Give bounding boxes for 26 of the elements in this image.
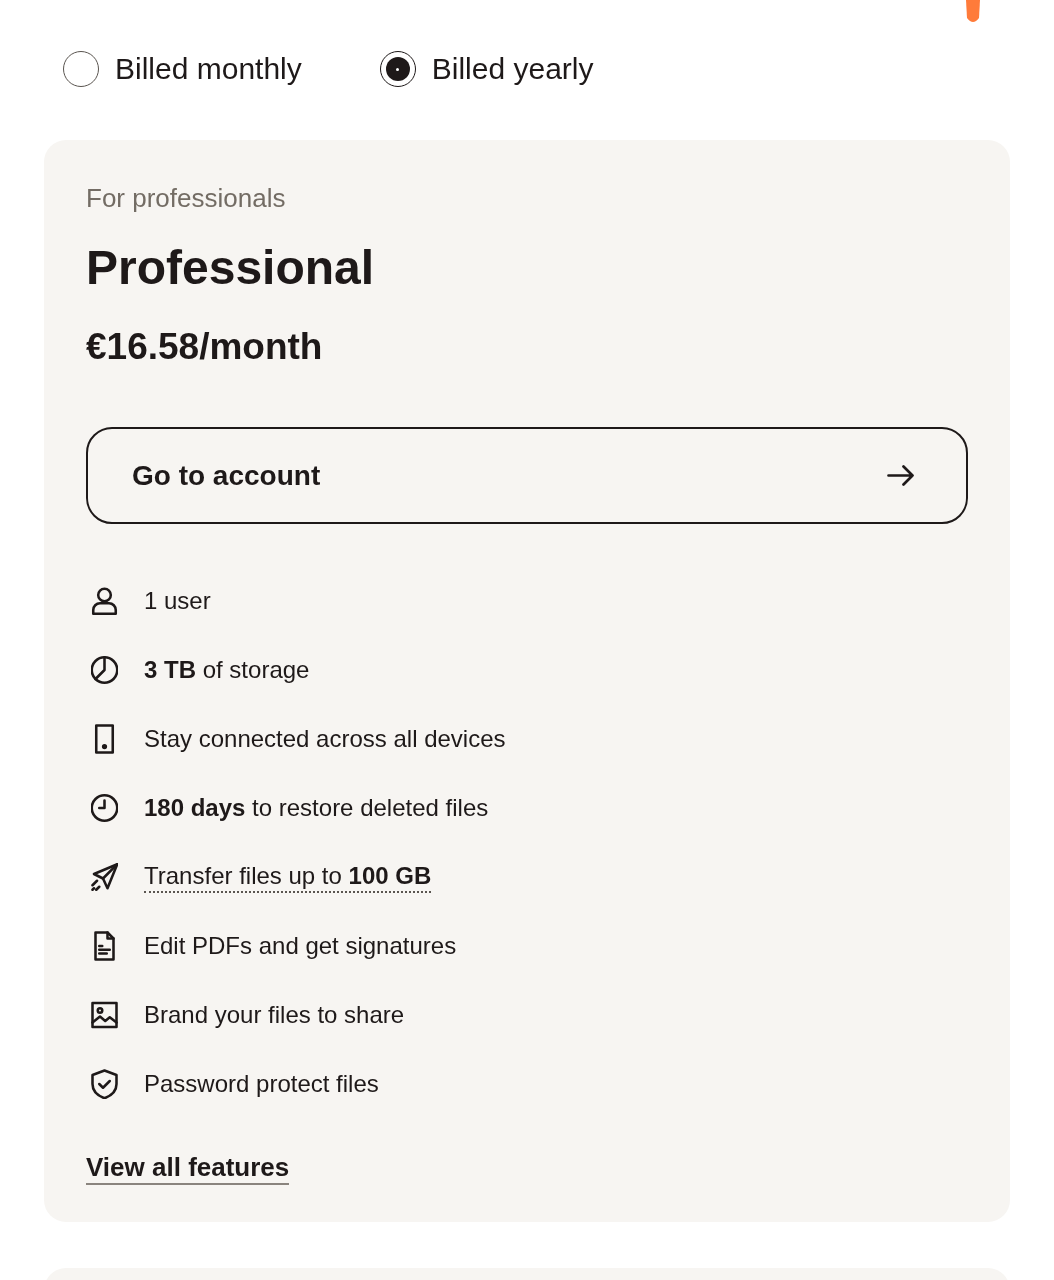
feature-text: Edit PDFs and get signatures: [144, 931, 457, 961]
pie-chart-icon: [91, 655, 118, 685]
brush-stroke-icon: [963, 0, 983, 24]
feature-text: Password protect files: [144, 1069, 379, 1099]
user-icon: [91, 586, 118, 616]
radio-label[interactable]: Billed monthly: [115, 50, 302, 88]
image-icon: [91, 1000, 118, 1030]
view-all-features-link[interactable]: View all features: [86, 1151, 290, 1185]
radio-label[interactable]: Billed yearly: [431, 50, 594, 88]
feature-text: 3 TB of storage: [144, 655, 310, 685]
shield-check-icon: [91, 1069, 118, 1099]
plan-price: €16.58/month: [86, 325, 324, 369]
feature-text: Brand your files to share: [144, 1000, 405, 1030]
plan-name: Professional: [86, 240, 376, 296]
tooltip-trigger-text[interactable]: Transfer files up to 100 GB: [144, 861, 432, 893]
feature-text: 180 days to restore deleted files: [144, 793, 489, 823]
radio-button[interactable]: [63, 51, 99, 87]
arrow-right-icon: [887, 465, 914, 486]
clock-icon: [91, 793, 118, 823]
radio-button[interactable]: [379, 51, 416, 87]
plan-audience: For professionals: [86, 182, 287, 214]
go-to-account-button[interactable]: Go to account: [86, 427, 968, 524]
paper-plane-icon: [91, 862, 118, 892]
file-icon: [91, 931, 118, 961]
feature-text: Stay connected across all devices: [144, 724, 506, 754]
feature-text: 1 user: [144, 586, 211, 616]
